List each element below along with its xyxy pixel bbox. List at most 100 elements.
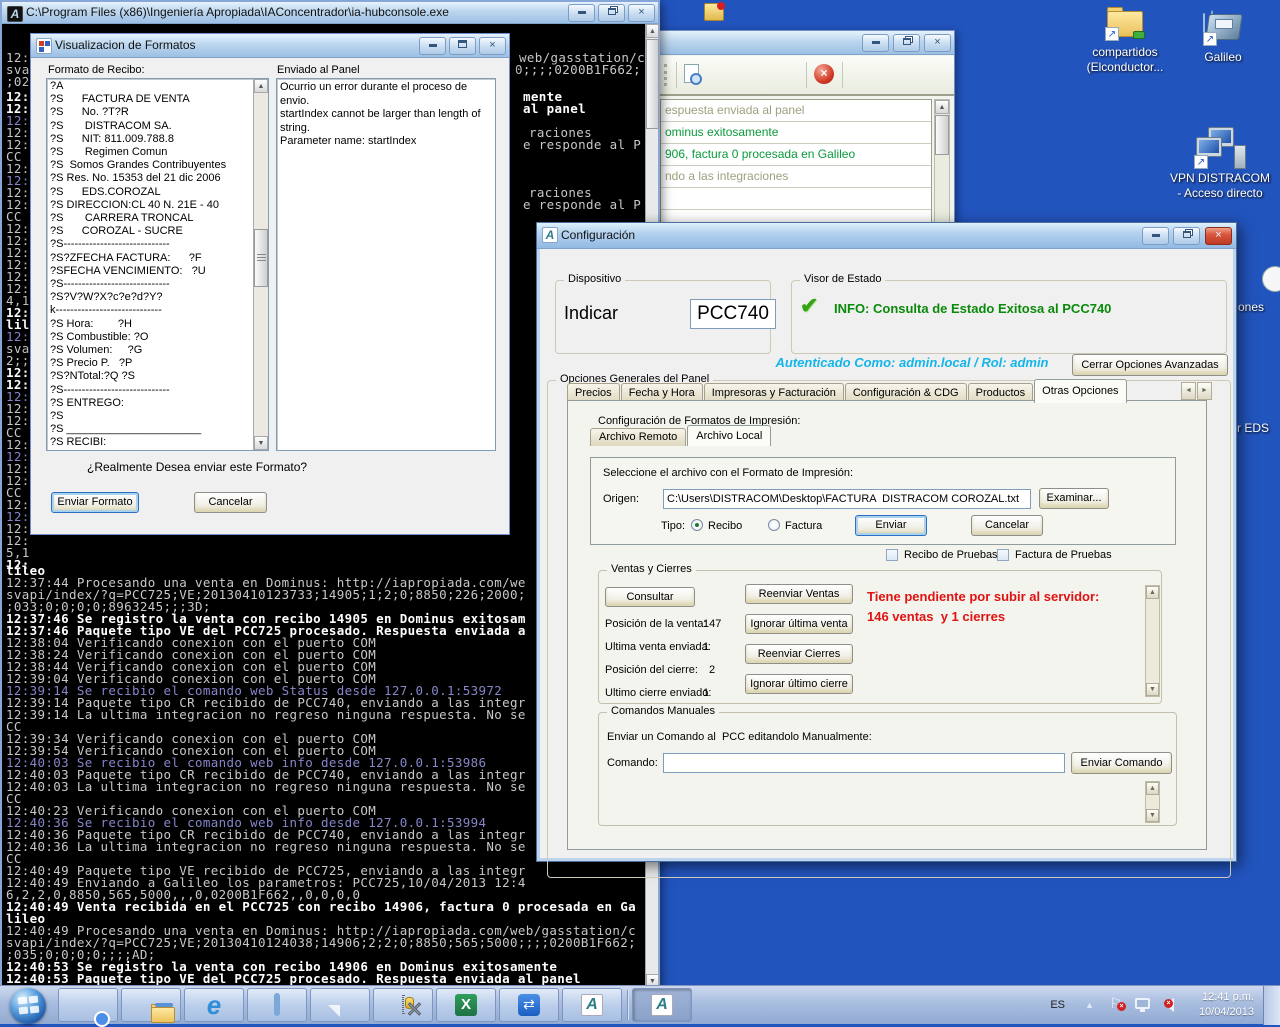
formatos-dialog[interactable]: Visualizacion de Formatos × Formato de R… (30, 33, 510, 535)
scroll-up-icon[interactable]: ▲ (254, 79, 268, 93)
format-textarea[interactable]: ?A?S FACTURA DE VENTA?S No. ?T?R?S DISTR… (46, 78, 269, 451)
tab-scroll-left-icon[interactable]: ◄ (1181, 382, 1196, 400)
stop-icon[interactable]: × (814, 64, 834, 84)
language-indicator[interactable]: ES (1050, 999, 1065, 1011)
format-scrollbar[interactable]: ▲ ▼ (253, 79, 268, 450)
taskbar-app-window-button[interactable] (247, 988, 307, 1022)
send-button[interactable]: Enviar (855, 515, 927, 536)
browse-button[interactable]: Examinar... (1039, 488, 1109, 509)
report-search-icon[interactable] (684, 64, 699, 83)
restore-button[interactable] (1173, 227, 1200, 245)
minimize-button[interactable] (862, 34, 889, 52)
send-format-button[interactable]: Enviar Formato (51, 492, 139, 513)
venta-pos-value: 147 (703, 618, 721, 630)
scroll-up-icon[interactable]: ▲ (1146, 782, 1159, 795)
scroll-down-icon[interactable]: ▼ (1146, 683, 1159, 696)
taskbar: e X ⇄ A A ES ▲ ⚐× × 12:41 p.m. 10/04/201… (0, 985, 1280, 1024)
ventas-action-button[interactable]: Reenviar Cierres (745, 644, 853, 664)
minimize-button[interactable] (1142, 227, 1169, 245)
format-line: ?S Volumen: ?G (47, 344, 251, 357)
tab-scroll-right-icon[interactable]: ► (1197, 382, 1212, 400)
close-button[interactable]: × (1205, 227, 1232, 245)
taskbar-teamviewer-button[interactable]: ⇄ (499, 988, 559, 1022)
comando-input[interactable] (663, 753, 1065, 773)
restore-button[interactable] (893, 34, 920, 52)
factura-radio-label: Factura (785, 520, 822, 532)
volume-icon[interactable]: × (1165, 998, 1174, 1012)
ultima-venta-label: Ultima venta enviada: (605, 641, 711, 653)
origin-path-field[interactable]: C:\Users\DISTRACOM\Desktop\FACTURA DISTR… (663, 489, 1031, 509)
taskbar-excel-button[interactable]: X (436, 988, 496, 1022)
close-button[interactable]: × (628, 4, 655, 22)
ventas-action-button[interactable]: Ignorar último cierre (745, 674, 853, 694)
scroll-up-icon[interactable]: ▲ (935, 100, 949, 114)
subtab[interactable]: Archivo Local (687, 425, 771, 446)
maximize-button[interactable] (449, 37, 476, 55)
taskbar-ia-console-button[interactable]: A (562, 988, 622, 1022)
format-line: ?S DIRECCION:CL 40 N. 21E - 40 (47, 199, 251, 212)
tab[interactable]: Otras Opciones (1034, 379, 1126, 403)
archivo-local-page: Seleccione el archivo con el Formato de … (590, 457, 1176, 545)
status-info-text: INFO: Consulta de Estado Exitosa al PCC7… (834, 301, 1111, 316)
dialog-titlebar: Visualizacion de Formatos × (31, 34, 509, 58)
start-button[interactable] (10, 988, 46, 1024)
origin-label: Origen: (603, 493, 639, 505)
ia-app-icon: A (581, 994, 603, 1016)
ventas-scrollbar[interactable]: ▲ ▼ (1145, 585, 1160, 697)
format-line: ?S Combustible: ?O (47, 331, 251, 344)
partial-desktop-icon[interactable] (704, 3, 724, 21)
format-line: ?S----------------------------- (47, 238, 251, 251)
recibo-pruebas-checkbox[interactable] (886, 549, 898, 561)
factura-radio[interactable] (768, 519, 780, 531)
device-id-field[interactable]: PCC740 (690, 299, 776, 329)
ventas-action-button[interactable]: Reenviar Ventas (745, 584, 853, 604)
minimize-button[interactable] (568, 4, 595, 22)
ultima-venta-value: 1 (703, 641, 709, 653)
desktop-icon-vpn-distracom[interactable]: ↗ VPN DISTRACOM - Acceso directo (1165, 125, 1275, 201)
tray-clock[interactable]: 12:41 p.m. 10/04/2013 (1178, 990, 1254, 1020)
subtab[interactable]: Archivo Remoto (590, 428, 686, 446)
ventas-action-button[interactable]: Ignorar última venta (745, 614, 853, 634)
format-line: ?S No. ?T?R (47, 106, 251, 119)
taskbar-chrome-button[interactable] (58, 988, 118, 1022)
cancel-button[interactable]: Cancelar (194, 492, 267, 513)
taskbar-config-tool-button[interactable] (373, 988, 433, 1022)
taskbar-purple-app-button[interactable] (310, 988, 370, 1022)
scroll-thumb[interactable] (254, 229, 268, 287)
desktop-icon-galileo[interactable]: ↗ Galileo (1168, 10, 1278, 65)
close-button[interactable]: × (924, 34, 951, 52)
action-center-flag-icon[interactable]: ⚐× (1109, 995, 1122, 1012)
factura-pruebas-checkbox[interactable] (997, 549, 1009, 561)
scroll-up-icon[interactable]: ▲ (1146, 586, 1159, 599)
form-icon (36, 38, 52, 54)
network-icon[interactable] (1135, 998, 1150, 1009)
scroll-thumb[interactable] (646, 39, 659, 129)
scroll-down-icon[interactable]: ▼ (1146, 809, 1159, 822)
desktop-icon-label: (Elconductor... (1070, 60, 1180, 75)
configuracion-window[interactable]: A Configuración × Dispositivo Indicar PC… (536, 222, 1237, 862)
taskbar-ia-config-button-active[interactable]: A (632, 988, 692, 1022)
desktop-icon-compartidos[interactable]: ↗ compartidos (Elconductor... (1070, 5, 1180, 75)
galileo-app-icon: ↗ (1201, 10, 1245, 46)
scroll-down-icon[interactable]: ▼ (254, 436, 268, 450)
taskbar-explorer-button[interactable] (121, 988, 181, 1022)
scroll-thumb[interactable] (935, 115, 949, 155)
show-hidden-icons-chevron[interactable]: ▲ (1085, 1000, 1094, 1010)
close-button[interactable]: × (479, 37, 506, 55)
restore-button[interactable] (598, 4, 625, 22)
recibo-radio[interactable] (691, 519, 703, 531)
device-group-label: Dispositivo (564, 273, 625, 285)
show-desktop-button[interactable] (1263, 986, 1280, 1025)
close-advanced-button[interactable]: Cerrar Opciones Avanzadas (1072, 354, 1228, 376)
file-subtabs: Archivo RemotoArchivo Local (590, 425, 772, 446)
minimize-button[interactable] (419, 37, 446, 55)
format-line: ?S?V?W?X?c?e?d?Y? (47, 291, 251, 304)
comandos-scrollbar[interactable]: ▲ ▼ (1145, 781, 1160, 823)
cancel-button[interactable]: Cancelar (971, 515, 1043, 536)
error-line: Ocurrio un error durante el proceso de e… (280, 81, 492, 108)
taskbar-ie-button[interactable]: e (184, 988, 244, 1022)
consultar-button[interactable]: Consultar (605, 587, 695, 607)
partial-edge-icon (1262, 266, 1280, 292)
send-command-button[interactable]: Enviar Comando (1071, 752, 1172, 774)
scroll-up-icon[interactable]: ▲ (646, 24, 659, 38)
